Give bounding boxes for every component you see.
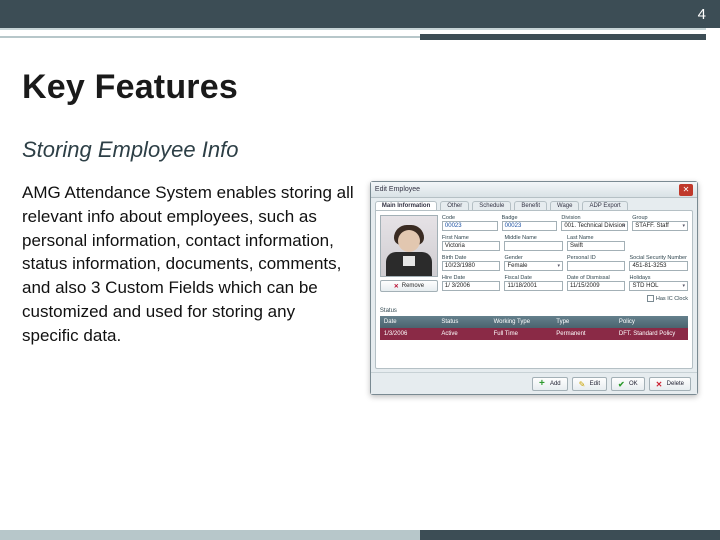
tab-main-information[interactable]: Main Information — [375, 201, 437, 210]
has-ic-clock-label: Has IC Clock — [656, 296, 688, 302]
x-icon: ✕ — [394, 283, 399, 290]
plus-icon: + — [539, 380, 547, 388]
birth-date-field[interactable]: 10/23/1980 — [442, 261, 501, 271]
delete-icon: ✕ — [656, 380, 664, 388]
tab-benefit[interactable]: Benefit — [514, 201, 547, 210]
fields-area: Code00023 Badge00023 Division001. Techni… — [442, 215, 688, 302]
badge-field[interactable]: 00023 — [502, 221, 558, 231]
tab-other[interactable]: Other — [440, 201, 469, 210]
add-button[interactable]: +Add — [532, 377, 568, 391]
dismissal-date-field[interactable]: 11/15/2009 — [567, 281, 626, 291]
status-row[interactable]: 1/3/2006 Active Full Time Permanent DFT.… — [380, 328, 688, 340]
remove-label: Remove — [402, 283, 424, 289]
col-status: Status — [437, 316, 489, 328]
accent-split — [0, 34, 706, 40]
slide-body: Key Features Storing Employee Info AMG A… — [22, 68, 698, 395]
employee-photo[interactable] — [380, 215, 438, 277]
ok-button[interactable]: ✔OK — [611, 377, 645, 391]
division-select[interactable]: 001. Technical Division — [561, 221, 628, 231]
photo-column: ✕ Remove — [380, 215, 438, 302]
check-icon: ✔ — [618, 380, 626, 388]
cell-status: Active — [437, 328, 489, 340]
gender-select[interactable]: Female — [504, 261, 563, 271]
holidays-select[interactable]: STD HOL — [629, 281, 688, 291]
page-number: 4 — [698, 6, 706, 23]
code-field[interactable]: 00023 — [442, 221, 498, 231]
dialog-panel: ✕ Remove Code00023 Badge00023 Division00… — [375, 210, 693, 369]
close-icon[interactable]: ✕ — [679, 184, 693, 196]
checkbox-icon — [647, 295, 654, 302]
remove-photo-button[interactable]: ✕ Remove — [380, 280, 438, 292]
status-section: Status Date Status Working Type Type Pol… — [380, 308, 688, 340]
tab-schedule[interactable]: Schedule — [472, 201, 511, 210]
delete-button[interactable]: ✕Delete — [649, 377, 691, 391]
slide-top-bar: 4 — [0, 0, 720, 28]
heading: Key Features — [22, 68, 698, 107]
dialog-footer: +Add ✎Edit ✔OK ✕Delete — [371, 372, 697, 394]
first-name-field[interactable]: Victoria — [442, 241, 501, 251]
hire-date-field[interactable]: 1/ 3/2006 — [442, 281, 501, 291]
last-name-field[interactable]: Swift — [567, 241, 626, 251]
fiscal-date-field[interactable]: 11/18/2001 — [504, 281, 563, 291]
edit-button[interactable]: ✎Edit — [572, 377, 607, 391]
cell-policy: DFT. Standard Policy — [615, 328, 688, 340]
dialog-titlebar: Edit Employee ✕ — [371, 182, 697, 198]
group-select[interactable]: STAFF. Staff — [632, 221, 688, 231]
pencil-icon: ✎ — [579, 380, 587, 388]
tab-wage[interactable]: Wage — [550, 201, 579, 210]
col-policy: Policy — [615, 316, 688, 328]
personal-id-field[interactable] — [567, 261, 626, 271]
dialog-title: Edit Employee — [375, 186, 679, 193]
has-ic-clock-checkbox[interactable]: Has IC Clock — [647, 295, 688, 302]
col-type: Type — [552, 316, 615, 328]
paragraph: AMG Attendance System enables storing al… — [22, 181, 356, 348]
edit-employee-dialog: Edit Employee ✕ Main Information Other S… — [370, 181, 698, 395]
middle-name-field[interactable] — [504, 241, 563, 251]
dialog-tabs: Main Information Other Schedule Benefit … — [371, 198, 697, 210]
content-row: AMG Attendance System enables storing al… — [22, 181, 698, 395]
tab-adp-export[interactable]: ADP Export — [582, 201, 627, 210]
cell-working-type: Full Time — [490, 328, 553, 340]
status-label: Status — [380, 308, 688, 314]
subheading: Storing Employee Info — [22, 137, 698, 163]
slide-footer-bar — [0, 530, 720, 540]
ssn-field[interactable]: 451-81-3253 — [629, 261, 688, 271]
col-working-type: Working Type — [490, 316, 553, 328]
accent-line — [0, 28, 706, 30]
status-header: Date Status Working Type Type Policy — [380, 316, 688, 328]
cell-date: 1/3/2006 — [380, 328, 437, 340]
col-date: Date — [380, 316, 437, 328]
cell-type: Permanent — [552, 328, 615, 340]
